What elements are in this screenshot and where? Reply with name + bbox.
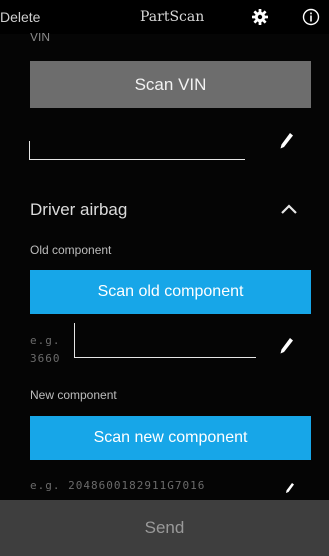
pencil-icon[interactable] <box>285 481 295 493</box>
gear-icon[interactable] <box>251 8 269 26</box>
input-underline <box>29 159 245 160</box>
pencil-icon[interactable] <box>279 337 295 355</box>
new-component-placeholder: e.g. 2048600182911G7016 <box>30 479 206 492</box>
input-cursor-tick <box>29 141 30 160</box>
top-bar: Delete PartScan <box>0 0 329 34</box>
chevron-up-icon[interactable] <box>279 202 299 216</box>
new-component-label: New component <box>30 388 117 402</box>
old-component-label: Old component <box>30 243 112 257</box>
scan-vin-button[interactable]: Scan VIN <box>30 61 311 108</box>
scan-old-component-button[interactable]: Scan old component <box>30 270 311 314</box>
delete-button[interactable]: Delete <box>0 9 40 25</box>
app-title: PartScan <box>140 9 205 25</box>
vin-label: VIN <box>30 33 51 43</box>
old-component-placeholder-line2: 3660 <box>30 352 61 365</box>
old-component-placeholder-line1: e.g. <box>30 334 61 347</box>
scan-new-component-button[interactable]: Scan new component <box>30 416 311 460</box>
section-title: Driver airbag <box>30 200 128 219</box>
send-button[interactable]: Send <box>0 500 329 556</box>
info-icon[interactable] <box>302 8 320 26</box>
input-cursor-tick <box>74 323 75 358</box>
pencil-icon[interactable] <box>279 132 295 150</box>
input-underline <box>74 357 256 358</box>
